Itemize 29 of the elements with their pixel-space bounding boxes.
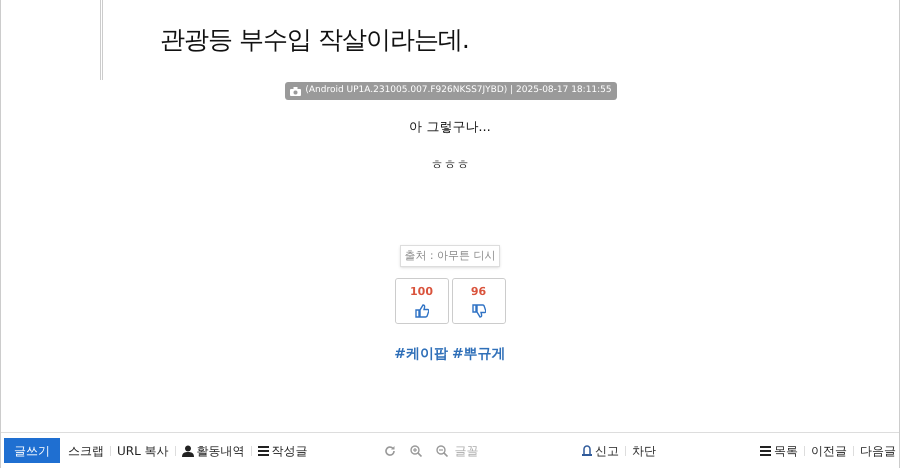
toolbar-link[interactable]: 목록 bbox=[774, 442, 798, 460]
toolbar-link[interactable]: 신고 bbox=[595, 442, 620, 460]
paragraph: ㅎㅎㅎ bbox=[430, 156, 470, 174]
toolbar-link[interactable]: 활동내역 bbox=[196, 442, 245, 460]
toolbar-link[interactable]: 스크랩 bbox=[68, 442, 104, 460]
toolbar-link[interactable]: 차단 bbox=[632, 442, 656, 460]
zoom-in-icon[interactable] bbox=[410, 444, 422, 456]
photo-caption: (Android UP1A.231005.007.F926NKSS7JYBD) | 2025-08-17 18:11:55 bbox=[285, 82, 617, 100]
toolbar-link[interactable]: 이전글 bbox=[811, 442, 847, 460]
zoom-out-icon[interactable] bbox=[436, 444, 448, 456]
list-icon bbox=[258, 446, 269, 456]
tag-link[interactable]: #케이팝 bbox=[394, 344, 448, 365]
thumbs-up-icon bbox=[414, 304, 428, 318]
downvote-button[interactable]: 96 bbox=[452, 278, 506, 324]
camera-icon bbox=[290, 86, 302, 96]
paragraph: 아 그렇구나... bbox=[409, 119, 491, 137]
thumbs-down-icon bbox=[472, 304, 486, 318]
user-icon bbox=[182, 444, 194, 456]
source-label: 출처 : 아무튼 디시 bbox=[400, 245, 500, 267]
tag-link[interactable]: #뿌규게 bbox=[452, 344, 506, 365]
refresh-icon[interactable] bbox=[384, 444, 396, 456]
bell-icon bbox=[582, 445, 592, 456]
toolbar-link[interactable]: 작성글 bbox=[272, 442, 308, 460]
quote-text: 관광등 부수입 작살이라는데. bbox=[160, 25, 469, 56]
upvote-button[interactable]: 100 bbox=[394, 278, 448, 324]
list-icon bbox=[760, 446, 771, 456]
write-button[interactable]: 글쓰기 bbox=[4, 438, 60, 463]
toolbar-link[interactable]: 다음글 bbox=[860, 442, 896, 460]
toolbar-link[interactable]: URL 복사 bbox=[117, 442, 169, 460]
